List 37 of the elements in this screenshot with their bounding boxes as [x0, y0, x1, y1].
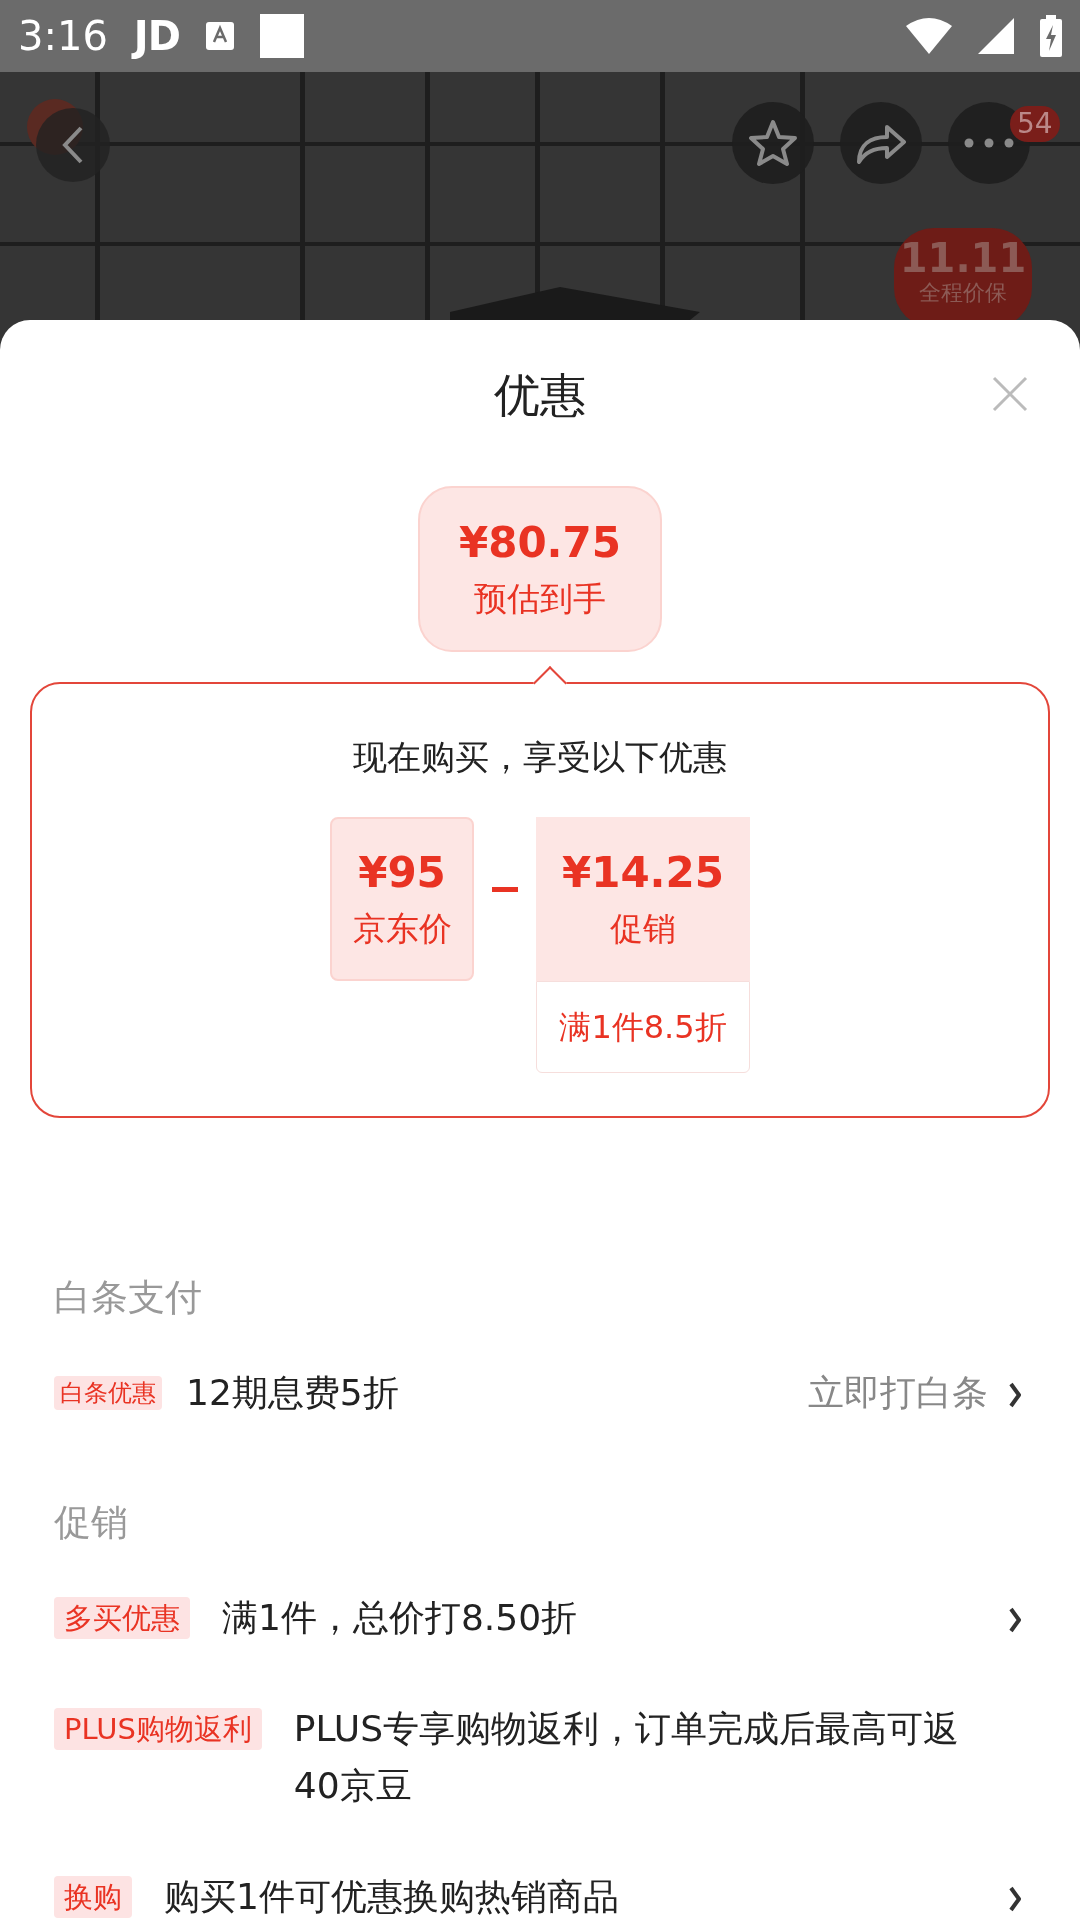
- minus-icon: [492, 887, 518, 892]
- offer-tag: 换购: [54, 1876, 132, 1918]
- notification-square-icon: [259, 14, 304, 58]
- offer-text: 满1件，总价打8.50折: [222, 1596, 579, 1640]
- offer-tag: PLUS购物返利: [54, 1708, 262, 1750]
- estimate-label: 预估到手: [474, 580, 606, 618]
- status-time: 3:16: [18, 12, 108, 61]
- keyboard-notification-icon: [205, 20, 234, 52]
- offer-text: 购买1件可优惠换购热销商品: [164, 1875, 620, 1919]
- section-title: 促销: [54, 1501, 128, 1545]
- back-icon: [62, 125, 84, 165]
- breakdown-heading: 现在购买，享受以下优惠: [353, 736, 727, 779]
- wifi-icon: [906, 18, 952, 54]
- offer-row[interactable]: PLUS购物返利 PLUS专享购物返利，订单完成后最高可返40京豆: [0, 1708, 1080, 1814]
- share-icon: [855, 122, 907, 164]
- offer-text: PLUS专享购物返利，订单完成后最高可返40京豆: [293, 1707, 961, 1808]
- offer-tag: 白条优惠: [54, 1376, 162, 1410]
- price-label: 促销: [610, 910, 676, 948]
- offer-tag: 多买优惠: [54, 1597, 190, 1639]
- promo-badge-title: 11.11: [899, 236, 1027, 280]
- star-icon: [748, 119, 798, 167]
- status-app-label: JD: [133, 12, 180, 61]
- promotion-condition: 满1件8.5折: [536, 981, 750, 1073]
- offer-text: 12期息费5折: [186, 1371, 400, 1415]
- offer-row[interactable]: 多买优惠 满1件，总价打8.50折: [0, 1597, 1080, 1646]
- close-icon: [990, 374, 1030, 414]
- battery-icon: [1040, 15, 1062, 57]
- signal-icon: [978, 18, 1014, 54]
- section-title: 白条支付: [54, 1276, 202, 1320]
- promo-badge-subtitle: 全程价保: [919, 280, 1007, 306]
- price-amount: ¥14.25: [561, 850, 725, 896]
- price-amount: ¥95: [358, 850, 446, 896]
- estimate-price: ¥80.75: [458, 520, 622, 566]
- more-icon: [964, 138, 1014, 148]
- offer-row[interactable]: 换购 购买1件可优惠换购热销商品: [0, 1876, 1080, 1920]
- sheet-title: 优惠: [494, 366, 586, 424]
- price-label: 京东价: [352, 910, 452, 948]
